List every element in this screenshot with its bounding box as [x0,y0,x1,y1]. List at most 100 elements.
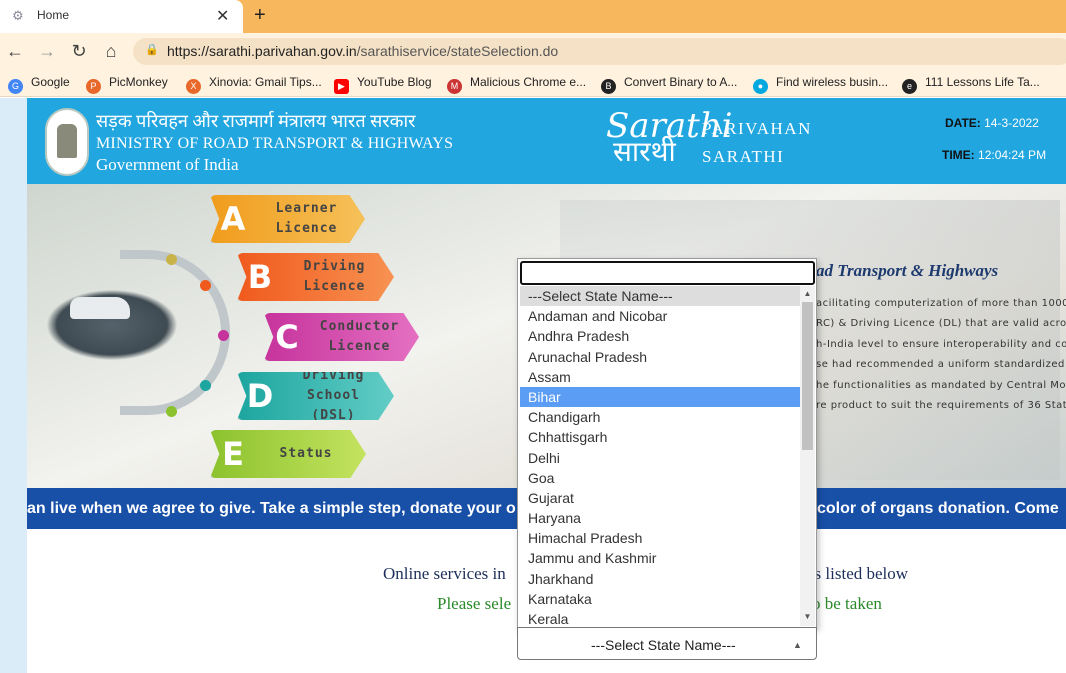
browser-tab[interactable]: ⚙ Home ✕ [0,0,243,33]
learner-licence-button[interactable]: A Learner Licence [210,195,365,243]
bookmark-binary[interactable]: B Convert Binary to A... [601,75,737,94]
state-option-placeholder[interactable]: ---Select State Name--- [520,286,800,307]
tab-favicon-icon: ⚙ [12,8,24,23]
home-icon[interactable]: ⌂ [100,40,122,62]
state-option[interactable]: Goa [520,468,800,488]
arc-dot [200,280,211,291]
state-select-value: ---Select State Name--- [591,637,736,653]
reload-icon[interactable]: ↻ [68,40,90,62]
bookmark-malicious[interactable]: M Malicious Chrome e... [447,75,586,94]
banner-title: ad Transport & Highways [816,261,999,280]
arc-dot [200,380,211,391]
scroll-up-arrow-icon[interactable]: ▲ [801,289,814,298]
state-option[interactable]: Jharkhand [520,569,800,589]
status-button[interactable]: E Status [210,430,366,478]
malicious-icon: M [447,79,462,94]
driving-licence-button[interactable]: B Driving Licence [237,253,394,301]
bookmark-google[interactable]: G Google [8,75,70,94]
address-url: https://sarathi.parivahan.gov.in/sarathi… [167,43,558,59]
date-label: DATE: [945,116,981,130]
service-label: Driving Licence [303,259,366,294]
government-title: Government of India [96,155,239,174]
arc-dot [166,254,177,265]
bookmark-youtube[interactable]: ▶ YouTube Blog [334,75,432,94]
state-option[interactable]: Haryana [520,508,800,528]
state-option[interactable]: Kerala [520,609,800,626]
youtube-icon: ▶ [334,79,349,94]
sarathi-label: SARATHI [702,147,785,166]
bookmark-lessons[interactable]: e 111 Lessons Life Ta... [902,75,1040,94]
xinovia-icon: X [186,79,201,94]
service-label: Driving School (DSL) [302,368,365,423]
address-bar[interactable]: 🔒 https://sarathi.parivahan.gov.in/sarat… [133,38,1066,65]
time-display: TIME: 12:04:24 PM [942,148,1046,162]
state-option[interactable]: Chandigarh [520,407,800,427]
forward-arrow-icon[interactable]: → [36,40,58,62]
state-search-input[interactable] [520,261,815,285]
picmonkey-icon: P [86,79,101,94]
arc-dot [166,406,177,417]
bookmark-picmonkey[interactable]: P PicMonkey [86,75,168,94]
state-option[interactable]: Himachal Pradesh [520,528,800,548]
arc-dot [218,330,229,341]
state-option[interactable]: Andaman and Nicobar [520,306,800,326]
online-services-text-left: Online services in [383,564,506,583]
please-select-text-right: o be taken [812,594,882,613]
ticker-text-left: an live when we agree to give. Take a si… [27,500,516,517]
parivahan-label: PARIVAHAN [702,119,812,138]
back-arrow-icon[interactable]: ← [4,40,26,62]
dropdown-scrollbar-thumb[interactable] [802,302,813,450]
bookmark-label: YouTube Blog [357,75,432,89]
state-option[interactable]: Delhi [520,448,800,468]
state-option[interactable]: Jammu and Kashmir [520,548,800,568]
banner-text-line: h-India level to ensure interoperability… [816,339,1066,350]
banner-text-line: se had recommended a uniform standardize… [816,359,1066,370]
sarathi-logo-hindi: सारथी [613,136,676,167]
ministry-hindi-title: सड़क परिवहन और राजमार्ग मंत्रालय भारत सर… [96,111,416,131]
binary-icon: B [601,79,616,94]
scroll-down-arrow-icon[interactable]: ▼ [801,612,814,621]
tab-close-icon[interactable]: ✕ [216,6,229,26]
lessons-icon: e [902,79,917,94]
lock-icon: 🔒 [145,44,159,56]
banner-text-line: re product to suit the requirements of 3… [816,400,1066,411]
bookmark-label: Find wireless busin... [776,75,889,89]
state-option[interactable]: Arunachal Pradesh [520,347,800,367]
url-host: https://sarathi.parivahan.gov.in [167,43,357,59]
bookmark-att[interactable]: ● Find wireless busin... [753,75,888,94]
bookmark-label: 111 Lessons Life Ta... [925,75,1040,89]
bookmark-label: Google [31,75,70,89]
bookmark-label: PicMonkey [109,75,168,89]
ticker-text-right: color of organs donation. Come [817,500,1059,517]
new-tab-icon[interactable]: + [254,4,266,27]
state-option[interactable]: Gujarat [520,488,800,508]
time-value: 12:04:24 PM [978,148,1047,162]
state-option[interactable]: Assam [520,367,800,387]
state-option[interactable]: Andhra Pradesh [520,326,800,346]
state-option-highlighted[interactable]: Bihar [520,386,800,408]
state-option[interactable]: Chhattisgarh [520,427,800,447]
conductor-licence-button[interactable]: C Conductor Licence [264,313,419,361]
bookmark-xinovia[interactable]: X Xinovia: Gmail Tips... [186,75,322,94]
service-label: Conductor Licence [319,319,400,354]
chevron-up-icon: ▲ [793,640,802,650]
page-left-gutter [0,98,27,673]
time-label: TIME: [942,148,975,162]
date-display: DATE: 14-3-2022 [945,116,1039,130]
state-option[interactable]: Karnataka [520,589,800,609]
bookmark-label: Xinovia: Gmail Tips... [209,75,322,89]
service-label: Learner Licence [275,201,338,236]
state-options-list: ---Select State Name--- Andaman and Nico… [520,286,800,626]
service-label: Status [279,446,333,461]
banner-text-line: RC) & Driving Licence (DL) that are vali… [816,318,1066,329]
bookmark-label: Malicious Chrome e... [470,75,587,89]
bookmark-label: Convert Binary to A... [624,75,738,89]
national-emblem-logo [45,108,89,176]
att-icon: ● [753,79,768,94]
please-select-text-left: Please sele [437,594,512,613]
banner-text-line: acilitating computerization of more than… [816,298,1066,309]
state-select-box[interactable]: ---Select State Name--- ▲ [517,627,817,660]
car-icon [70,297,130,319]
ministry-title: MINISTRY OF ROAD TRANSPORT & HIGHWAYS [96,135,454,152]
driving-school-button[interactable]: D Driving School (DSL) [237,372,394,420]
